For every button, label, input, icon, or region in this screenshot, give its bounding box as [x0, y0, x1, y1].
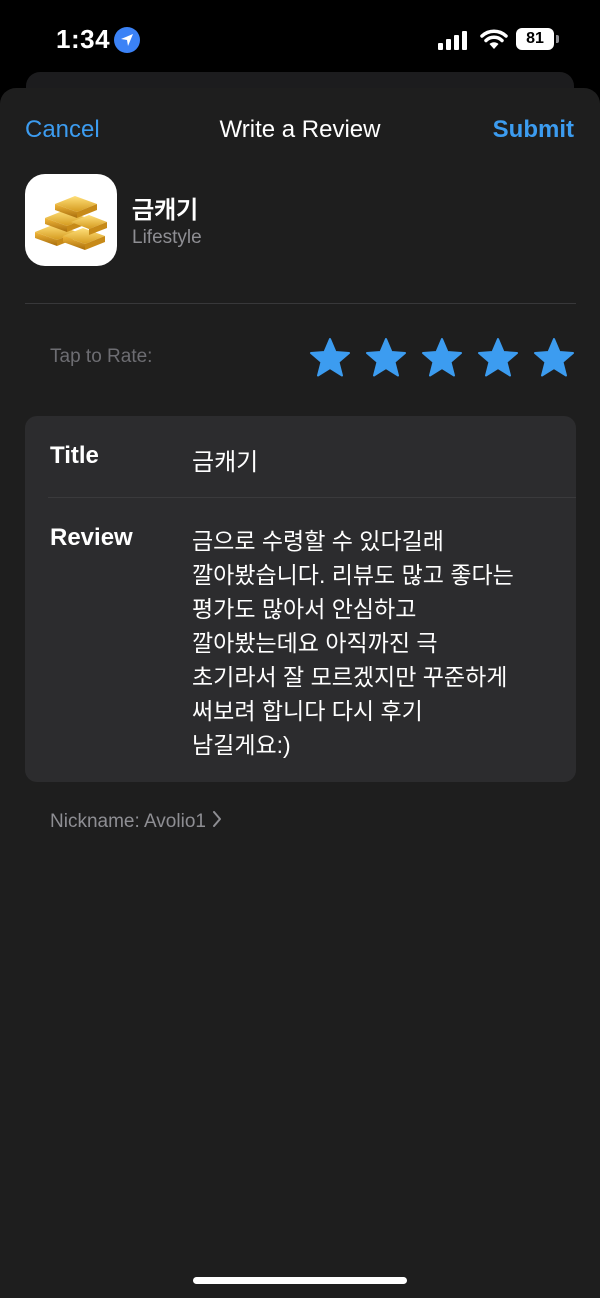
- review-label: Review: [50, 524, 133, 551]
- status-bar: 1:34 81: [0, 0, 600, 80]
- submit-button[interactable]: Submit: [493, 116, 574, 144]
- gold-bars-icon: [25, 174, 117, 266]
- wifi-icon: [480, 29, 508, 49]
- star-icon[interactable]: [364, 336, 408, 380]
- title-label: Title: [50, 442, 99, 469]
- status-time: 1:34: [56, 24, 111, 54]
- review-field[interactable]: 금으로 수령할 수 있다길래 깔아봤습니다. 리뷰도 많고 좋다는 평가도 많아…: [192, 524, 552, 762]
- home-indicator: [193, 1277, 407, 1284]
- battery-tip: [556, 35, 559, 43]
- star-icon[interactable]: [532, 336, 576, 380]
- divider: [25, 303, 576, 304]
- star-icon[interactable]: [420, 336, 464, 380]
- form-divider: [48, 497, 576, 498]
- star-icon[interactable]: [476, 336, 520, 380]
- cellular-signal-icon: [438, 30, 470, 50]
- nickname-link[interactable]: Nickname: Avolio1: [50, 811, 222, 833]
- app-name: 금캐기: [132, 197, 199, 224]
- nickname-text: Nickname: Avolio1: [50, 811, 206, 832]
- location-arrow-icon: [114, 27, 140, 53]
- chevron-right-icon: [212, 811, 222, 833]
- tap-to-rate-label: Tap to Rate:: [50, 346, 153, 367]
- battery-icon: 81: [516, 28, 554, 50]
- app-category: Lifestyle: [132, 227, 202, 248]
- star-icon[interactable]: [308, 336, 352, 380]
- title-field[interactable]: 금캐기: [192, 442, 258, 477]
